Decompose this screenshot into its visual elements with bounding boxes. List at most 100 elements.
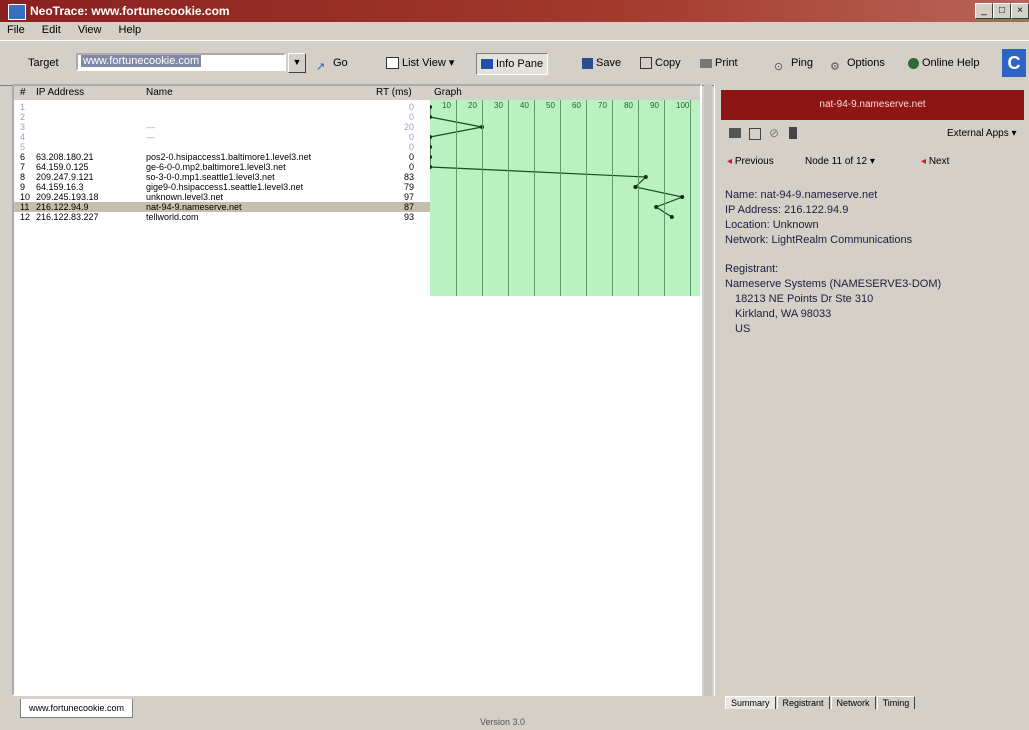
row-num: 7 (20, 162, 26, 172)
latency-point (680, 195, 685, 199)
go-label: Go (333, 57, 348, 69)
info-pane-toolbar: ⊘ External Apps ▾ (725, 126, 1025, 144)
print-button[interactable]: Print (700, 53, 738, 73)
graph-gridline (456, 100, 457, 296)
node-selector-label: Node 11 of 12 (805, 156, 868, 167)
node-info: Name: nat-94-9.nameserve.net IP Address:… (725, 188, 1025, 337)
list-view-icon (386, 57, 399, 70)
latency-point (430, 165, 432, 169)
graph-gridline (690, 100, 691, 296)
trace-list-panel: # IP Address Name RT (ms) Graph 1 0 2 0 3—20… (12, 84, 702, 696)
pane-splitter[interactable] (704, 84, 712, 696)
graph-gridline (560, 100, 561, 296)
maximize-button[interactable]: □ (993, 3, 1011, 19)
table-row[interactable]: 6 63.208.180.21 pos2-0.hsipaccess1.baltimo… (14, 152, 434, 162)
table-row[interactable]: 7 64.159.0.125 ge-6-0-0.mp2.baltimore1.lev… (14, 162, 434, 172)
copy-label: Copy (655, 57, 681, 69)
clipboard-icon[interactable] (789, 127, 797, 139)
table-row[interactable]: 20 (14, 112, 434, 122)
menu-edit[interactable]: Edit (35, 22, 68, 38)
external-apps-button[interactable]: External Apps ▾ (947, 128, 1017, 139)
table-row[interactable]: 8 209.247.9.121 so-3-0-0.mp1.seattle1.leve… (14, 172, 434, 182)
tab-summary[interactable]: Summary (725, 696, 776, 709)
node-navigation: ◂ Previous Node 11 of 12 ▾ ◂ Next (725, 154, 1025, 172)
latency-point (654, 205, 659, 209)
go-icon: ↗ (316, 61, 326, 74)
row-num: 12 (20, 212, 31, 222)
graph-gridline (586, 100, 587, 296)
go-button[interactable]: ↗ Go (316, 53, 348, 73)
info-pane-label: Info Pane (496, 58, 544, 70)
neotrace-logo-icon: C (1002, 49, 1026, 77)
table-row[interactable]: 11 216.122.94.9 nat-94-9.nameserve.net 87 (14, 202, 434, 212)
graph-tick-label: 70 (598, 101, 607, 110)
table-row[interactable]: 3 — 20 (14, 122, 434, 132)
latency-point (430, 115, 432, 119)
row-rt: 87 (403, 202, 414, 212)
row-ip: 64.159.0.125 (36, 162, 89, 172)
app-icon (8, 4, 26, 20)
previous-label: Previous (734, 156, 774, 167)
link-icon[interactable]: ⊘ (769, 126, 779, 140)
table-row[interactable]: 9 64.159.16.3 gige9-0.hsipaccess1.seattle1… (14, 182, 434, 192)
options-button[interactable]: ⚙ Options (830, 53, 885, 73)
trace-tab[interactable]: www.fortunecookie.com (20, 699, 134, 718)
tab-timing[interactable]: Timing (876, 696, 916, 709)
node-banner: nat-94-9.nameserve.net (721, 90, 1024, 120)
row-num: 2 (20, 112, 26, 122)
previous-button[interactable]: ◂ Previous (727, 156, 774, 167)
copy-button[interactable]: Copy (640, 53, 681, 73)
row-rt: 0 (408, 112, 414, 122)
col-graph[interactable]: Graph (434, 87, 462, 98)
info-network: Network: LightRealm Communications (725, 234, 913, 246)
table-row[interactable]: 4 — 0 (14, 132, 434, 142)
target-dropdown-button[interactable]: ▼ (288, 53, 306, 73)
col-num[interactable]: # (20, 87, 26, 98)
minimize-button[interactable]: _ (975, 3, 993, 19)
window-title: NeoTrace: www.fortunecookie.com (30, 4, 230, 18)
col-ip[interactable]: IP Address (36, 87, 84, 98)
latency-point (669, 215, 674, 219)
graph-tick-label: 40 (520, 101, 529, 110)
ping-button[interactable]: ⊙ Ping (774, 53, 813, 73)
row-ip: 216.122.83.227 (36, 212, 99, 222)
graph-tick-label: 20 (468, 101, 477, 110)
graph-gridline (508, 100, 509, 296)
info-pane: nat-94-9.nameserve.net ⊘ External Apps ▾… (714, 84, 1029, 709)
info-tabs: Summary Registrant Network Timing (725, 696, 916, 714)
row-rt: 0 (408, 102, 414, 112)
table-row[interactable]: 10 209.245.193.18 unknown.level3.net 97 (14, 192, 434, 202)
tab-registrant[interactable]: Registrant (776, 696, 830, 709)
registrant-org: Nameserve Systems (NAMESERVE3-DOM) (725, 278, 942, 290)
registrant-country: US (735, 323, 751, 335)
next-label: Next (928, 156, 950, 167)
table-row[interactable]: 50 (14, 142, 434, 152)
col-name[interactable]: Name (146, 87, 173, 98)
column-header: # IP Address Name RT (ms) Graph (14, 86, 700, 100)
tab-network[interactable]: Network (830, 696, 876, 709)
copy-icon[interactable] (749, 128, 761, 140)
row-rt: 97 (403, 192, 414, 202)
globe-icon (908, 57, 919, 69)
list-view-button[interactable]: List View ▾ (386, 53, 454, 73)
graph-tick-label: 90 (650, 101, 659, 110)
latency-point (633, 185, 638, 189)
close-button[interactable]: × (1011, 3, 1029, 19)
row-ip: 216.122.94.9 (36, 202, 89, 212)
node-selector[interactable]: Node 11 of 12 ▾ (805, 156, 875, 167)
online-help-button[interactable]: Online Help (908, 53, 979, 73)
table-row[interactable]: 12 216.122.83.227 tellworld.com 93 (14, 212, 434, 222)
target-input[interactable]: www.fortunecookie.com (76, 53, 286, 71)
menu-view[interactable]: View (71, 22, 109, 38)
next-button[interactable]: ◂ Next (921, 156, 949, 167)
info-pane-button[interactable]: Info Pane (476, 53, 549, 75)
save-button[interactable]: Save (582, 53, 621, 73)
row-rt: 20 (403, 122, 414, 132)
col-rt[interactable]: RT (ms) (376, 87, 412, 98)
row-name: nat-94-9.nameserve.net (146, 202, 242, 212)
menu-file[interactable]: File (0, 22, 32, 38)
target-label: Target (28, 57, 59, 69)
menu-help[interactable]: Help (112, 22, 149, 38)
table-row[interactable]: 10 (14, 102, 434, 112)
print-icon[interactable] (729, 128, 741, 138)
